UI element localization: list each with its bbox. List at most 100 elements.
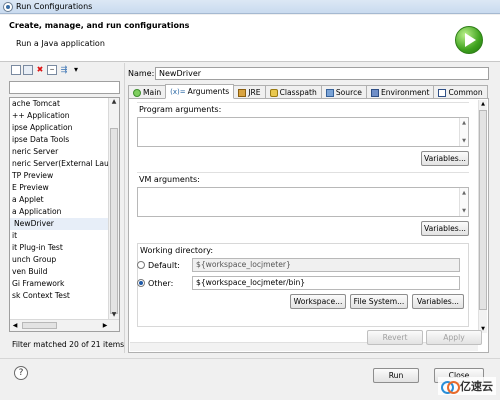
default-radio[interactable] xyxy=(137,261,145,269)
scroll-down-icon[interactable]: ▼ xyxy=(460,138,468,144)
tab-common[interactable]: Common xyxy=(433,85,488,99)
arguments-tab-content: Program arguments: ▲ ▼ Variables... VM ar… xyxy=(128,98,489,353)
tab-label: Arguments xyxy=(187,87,230,96)
environment-icon xyxy=(370,88,379,97)
app-icon xyxy=(3,1,13,12)
scroll-right-icon[interactable]: ▶ xyxy=(100,320,110,331)
delete-icon[interactable]: ✖ xyxy=(35,65,45,75)
header-subtitle: Run a Java application xyxy=(16,39,105,48)
vm-arguments-textarea[interactable]: ▲ ▼ xyxy=(137,187,469,217)
configuration-list-panel: ✖ − ⇶ ▾ ache Tomcat ++ Application ipse … xyxy=(9,63,125,354)
program-arguments-textarea[interactable]: ▲ ▼ xyxy=(137,117,469,147)
tree-item[interactable]: it Plug-in Test xyxy=(10,242,63,254)
textarea-scrollbar[interactable]: ▲ ▼ xyxy=(459,188,468,216)
program-arguments-label: Program arguments: xyxy=(139,105,222,114)
default-radio-row[interactable]: Default: xyxy=(137,258,180,272)
watermark-text: 亿速云 xyxy=(460,380,493,393)
name-label: Name: xyxy=(128,68,155,78)
scroll-up-icon[interactable]: ▲ xyxy=(460,190,468,196)
tree-vertical-scrollbar[interactable]: ▲ ▼ xyxy=(108,98,119,319)
tree-item-selected[interactable]: NewDriver xyxy=(10,218,108,230)
revert-button[interactable]: Revert xyxy=(367,330,423,345)
watermark-logo-icon xyxy=(441,379,460,394)
default-radio-label: Default: xyxy=(148,260,180,270)
other-directory-field[interactable]: ${workspace_locjmeter/bin} xyxy=(192,276,460,290)
name-row: Name: NewDriver xyxy=(128,66,489,80)
name-input[interactable]: NewDriver xyxy=(155,66,489,80)
filter-input[interactable] xyxy=(9,81,120,94)
textarea-scrollbar[interactable]: ▲ ▼ xyxy=(459,118,468,146)
tree-item[interactable]: TP Preview xyxy=(10,170,53,182)
file-system-button[interactable]: File System... xyxy=(350,294,408,309)
tree-item[interactable]: sk Context Test xyxy=(10,290,70,302)
tab-environment[interactable]: Environment xyxy=(365,85,435,99)
scroll-up-icon[interactable]: ▲ xyxy=(109,98,119,106)
tab-main[interactable]: Main xyxy=(128,85,167,99)
tree-item[interactable]: a Application xyxy=(10,206,62,218)
tab-arguments[interactable]: (x)= Arguments xyxy=(165,84,235,99)
working-directory-label: Working directory: xyxy=(140,246,214,255)
tree-item[interactable]: ache Tomcat xyxy=(10,98,60,110)
tree-item[interactable]: ipse Application xyxy=(10,122,72,134)
watermark: 亿速云 xyxy=(438,377,496,395)
tree-item[interactable]: a Applet xyxy=(10,194,44,206)
program-variables-button[interactable]: Variables... xyxy=(421,151,469,166)
panel-divider[interactable] xyxy=(124,63,126,353)
scroll-thumb[interactable] xyxy=(479,110,487,310)
tab-classpath[interactable]: Classpath xyxy=(264,85,322,99)
duplicate-icon[interactable] xyxy=(23,65,33,75)
content-vertical-scrollbar[interactable]: ▲ ▼ xyxy=(478,100,487,333)
tree-item[interactable] xyxy=(10,302,12,314)
tree-item[interactable]: Gi Framework xyxy=(10,278,64,290)
help-icon[interactable]: ? xyxy=(14,366,28,380)
tree-item[interactable]: ipse Data Tools xyxy=(10,134,69,146)
tree-item[interactable]: neric Server(External Launc xyxy=(10,158,118,170)
other-radio[interactable] xyxy=(137,279,145,287)
filter-status: Filter matched 20 of 21 items xyxy=(12,340,125,349)
tree-horizontal-scrollbar[interactable]: ◀ ▶ xyxy=(10,319,119,331)
tab-label: Source xyxy=(335,88,362,97)
title-bar: Run Configurations xyxy=(0,0,500,14)
tab-label: Environment xyxy=(380,88,430,97)
scroll-up-icon[interactable]: ▲ xyxy=(479,101,487,107)
tab-jre[interactable]: JRE xyxy=(233,85,266,99)
scroll-down-icon[interactable]: ▼ xyxy=(109,311,119,319)
workspace-button[interactable]: Workspace... xyxy=(290,294,346,309)
tree-item[interactable]: E Preview xyxy=(10,182,49,194)
vm-arguments-label: VM arguments: xyxy=(139,175,200,184)
apply-button[interactable]: Apply xyxy=(426,330,482,345)
filter-icon[interactable]: ⇶ xyxy=(59,65,69,75)
main-icon xyxy=(133,88,141,97)
scroll-down-icon[interactable]: ▼ xyxy=(460,208,468,214)
working-directory-variables-button[interactable]: Variables... xyxy=(412,294,464,309)
configuration-tree[interactable]: ache Tomcat ++ Application ipse Applicat… xyxy=(9,97,120,332)
tree-item[interactable]: neric Server xyxy=(10,146,58,158)
dialog-footer: ? Run Close 亿速云 xyxy=(0,358,500,400)
tree-item[interactable]: unch Group xyxy=(10,254,56,266)
other-radio-row[interactable]: Other: xyxy=(137,276,173,290)
window-title: Run Configurations xyxy=(16,2,93,11)
tree-item[interactable]: it xyxy=(10,230,17,242)
new-config-icon[interactable] xyxy=(11,65,21,75)
scroll-thumb[interactable] xyxy=(22,322,57,329)
tab-source[interactable]: Source xyxy=(320,85,367,99)
scroll-thumb[interactable] xyxy=(110,128,118,314)
tab-label: Main xyxy=(143,88,162,97)
header-title: Create, manage, and run configurations xyxy=(9,21,190,30)
common-icon xyxy=(438,88,447,97)
scroll-left-icon[interactable]: ◀ xyxy=(10,320,20,331)
classpath-icon xyxy=(269,88,278,97)
tree-item[interactable]: ++ Application xyxy=(10,110,70,122)
tab-label: Common xyxy=(448,88,483,97)
scroll-up-icon[interactable]: ▲ xyxy=(460,120,468,126)
chevron-down-icon[interactable]: ▾ xyxy=(71,65,81,75)
tab-bar: Main (x)= Arguments JRE Classpath Source … xyxy=(128,84,489,99)
vm-variables-button[interactable]: Variables... xyxy=(421,221,469,236)
config-toolbar: ✖ − ⇶ ▾ xyxy=(9,63,122,77)
tab-label: JRE xyxy=(248,88,261,97)
tree-item[interactable]: ven Build xyxy=(10,266,47,278)
program-arguments-group: Program arguments: ▲ ▼ Variables... xyxy=(137,102,469,172)
run-button[interactable]: Run xyxy=(373,368,419,383)
run-banner-icon xyxy=(455,26,483,54)
collapse-all-icon[interactable]: − xyxy=(47,65,57,75)
